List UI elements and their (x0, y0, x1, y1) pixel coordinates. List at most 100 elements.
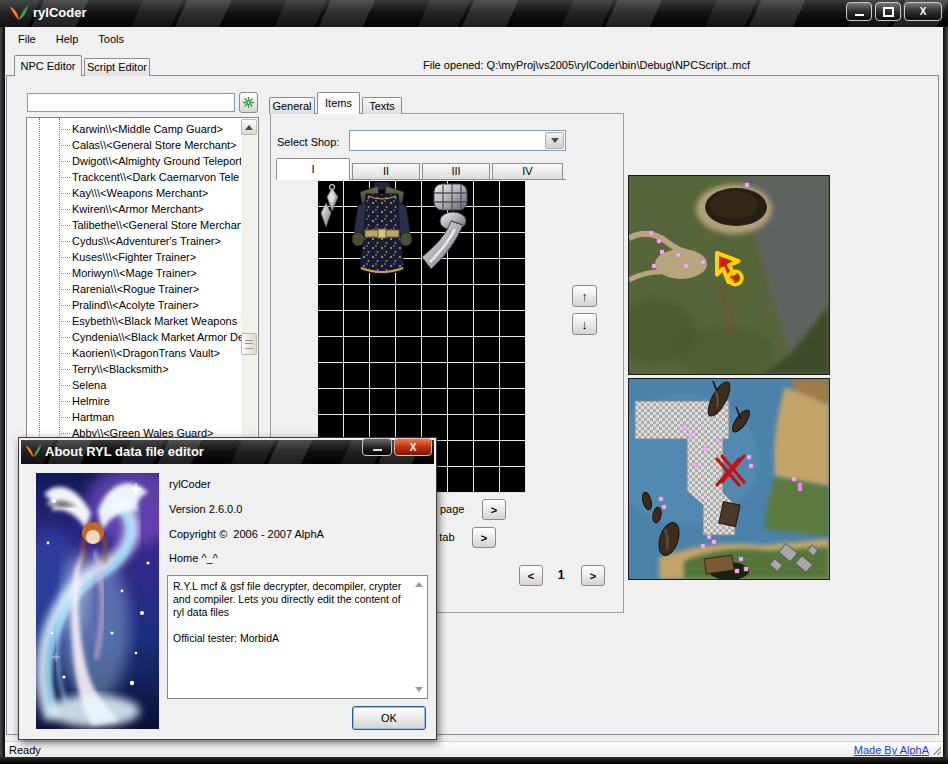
desc-scroll-up-icon[interactable] (415, 582, 423, 587)
npc-name-label: Kay\\\<Weapons Merchant> (72, 187, 208, 199)
npc-tree-item[interactable]: Helmire (27, 393, 241, 409)
npc-tree-item[interactable]: Pralind\\<Acolyte Trainer> (27, 297, 241, 313)
npc-tree-item[interactable]: Cydus\\<Adventurer's Trainer> (27, 233, 241, 249)
shop-tab-IV[interactable]: IV (492, 163, 563, 180)
tab-npc-editor[interactable]: NPC Editor (14, 55, 82, 76)
tree-branch-line (59, 209, 70, 210)
desc-scroll-down-icon[interactable] (415, 687, 423, 692)
about-minimize-button[interactable] (362, 438, 392, 456)
world-map-top[interactable] (628, 175, 830, 375)
about-home-link[interactable]: Home ^_^ (169, 552, 218, 564)
menu-help[interactable]: Help (46, 30, 89, 48)
tree-branch-line (59, 257, 70, 258)
ok-button-label: OK (381, 712, 397, 724)
window-title: rylCoder (33, 5, 86, 20)
npc-tree-item[interactable]: Rarenia\\<Rogue Trainer> (27, 281, 241, 297)
menu-file[interactable]: File (8, 30, 46, 48)
tab-items[interactable]: Items (317, 92, 360, 114)
npc-tree-item[interactable]: Kaorien\\<DragonTrans Vault> (27, 345, 241, 361)
about-version: Version 2.6.0.0 (169, 503, 242, 515)
dropdown-arrow-icon (551, 138, 559, 143)
scroll-thumb[interactable] (241, 333, 257, 355)
tab-texts[interactable]: Texts (362, 97, 402, 114)
npc-tree-item[interactable]: Karwin\\<Middle Camp Guard> (27, 121, 241, 137)
minimize-icon (855, 14, 864, 16)
ok-button[interactable]: OK (352, 706, 426, 730)
npc-tree-item[interactable]: Terry\\<Blacksmith> (27, 361, 241, 377)
about-description-text: R.Y.L mcf & gsf file decrypter, decompil… (168, 576, 427, 619)
npc-tree-item[interactable]: Trackcent\\<Dark Caernarvon Tele (27, 169, 241, 185)
tree-branch-line (59, 289, 70, 290)
npc-tree-item[interactable]: Esybeth\\<Black Market Weapons I (27, 313, 241, 329)
npc-tree-item[interactable]: Calas\\<General Store Merchant> (27, 137, 241, 153)
tree-branch-line (59, 321, 70, 322)
npc-name-label: Kuses\\\<Fighter Trainer> (72, 251, 196, 263)
tree-branch-line (59, 225, 70, 226)
npc-tree-item[interactable]: Talibethe\\<General Store Merchan (27, 217, 241, 233)
move-up-button[interactable]: ↑ (572, 285, 597, 307)
shop-tab-III[interactable]: III (422, 163, 490, 180)
close-button[interactable]: X (904, 2, 942, 21)
item-armguard[interactable] (421, 183, 471, 271)
prev-icon: < (528, 570, 534, 582)
shop-tab-I[interactable]: I (276, 158, 350, 180)
world-map-bottom[interactable] (628, 378, 830, 580)
tree-branch-line (59, 385, 70, 386)
about-app-name: rylCoder (169, 478, 211, 490)
resize-grip[interactable] (933, 747, 941, 755)
npc-tree-item[interactable]: Dwigot\\<Almighty Ground Teleport (27, 153, 241, 169)
next-icon: > (590, 570, 596, 582)
title-bar[interactable]: rylCoder X (0, 0, 948, 27)
maximize-button[interactable] (875, 2, 901, 21)
prev-page-button[interactable]: < (519, 565, 543, 586)
about-logo-icon (25, 443, 42, 460)
npc-name-label: Hartman (72, 411, 114, 423)
scroll-up-icon (245, 125, 253, 130)
tree-branch-line (59, 129, 70, 130)
select-shop-label: Select Shop: (277, 136, 339, 148)
npc-tree-item[interactable]: Kwiren\\<Armor Merchant> (27, 201, 241, 217)
search-input[interactable] (27, 93, 235, 112)
shop-combobox[interactable] (349, 130, 566, 151)
page-number: 1 (551, 566, 571, 585)
npc-name-label: Kwiren\\<Armor Merchant> (72, 203, 203, 215)
about-close-button[interactable]: X (394, 438, 432, 456)
npc-tree-item[interactable]: Selena (27, 377, 241, 393)
maximize-icon (883, 7, 894, 17)
move-down-button[interactable]: ↓ (572, 313, 597, 335)
about-dialog: About RYL data file editor X (18, 437, 437, 740)
next-button[interactable]: > (581, 565, 605, 586)
tree-branch-line (59, 433, 70, 434)
item-pendant[interactable] (319, 183, 344, 229)
menu-bar: FileHelpTools (5, 27, 943, 50)
npc-tree-item[interactable]: Kay\\\<Weapons Merchant> (27, 185, 241, 201)
npc-name-label: Calas\\<General Store Merchant> (72, 139, 236, 151)
about-dialog-title: About RYL data file editor (45, 444, 204, 459)
npc-tree-item[interactable]: Cyndenia\\<Black Market Armor De (27, 329, 241, 345)
item-armor[interactable] (344, 182, 420, 278)
scroll-up-button[interactable] (241, 119, 257, 135)
npc-name-label: Dwigot\\<Almighty Ground Teleport (72, 155, 241, 167)
npc-name-label: Cyndenia\\<Black Market Armor De (72, 331, 241, 343)
next-page-button[interactable]: > (482, 499, 506, 520)
npc-tree-item[interactable]: Kuses\\\<Fighter Trainer> (27, 249, 241, 265)
npc-name-label: Selena (72, 379, 106, 391)
minimize-button[interactable] (846, 2, 872, 21)
npc-tree-item[interactable]: Moriwyn\\<Mage Trainer> (27, 265, 241, 281)
npc-name-label: Helmire (72, 395, 110, 407)
shop-tab-II[interactable]: II (352, 163, 420, 180)
credit-link[interactable]: Made By AlphA (854, 744, 929, 756)
next-tab-button[interactable]: > (472, 527, 496, 548)
npc-name-label: Pralind\\<Acolyte Trainer> (72, 299, 199, 311)
tree-branch-line (59, 145, 70, 146)
about-description-box[interactable]: R.Y.L mcf & gsf file decrypter, decompil… (167, 575, 428, 699)
tab-script-editor[interactable]: Script Editor (84, 58, 150, 76)
npc-name-label: Karwin\\<Middle Camp Guard> (72, 123, 223, 135)
menu-tools[interactable]: Tools (88, 30, 134, 48)
tab-general[interactable]: General (269, 97, 315, 114)
tree-branch-line (59, 417, 70, 418)
tree-branch-line (59, 305, 70, 306)
search-button[interactable] (239, 92, 258, 113)
shop-dropdown-button[interactable] (545, 132, 564, 149)
npc-tree-item[interactable]: Hartman (27, 409, 241, 425)
